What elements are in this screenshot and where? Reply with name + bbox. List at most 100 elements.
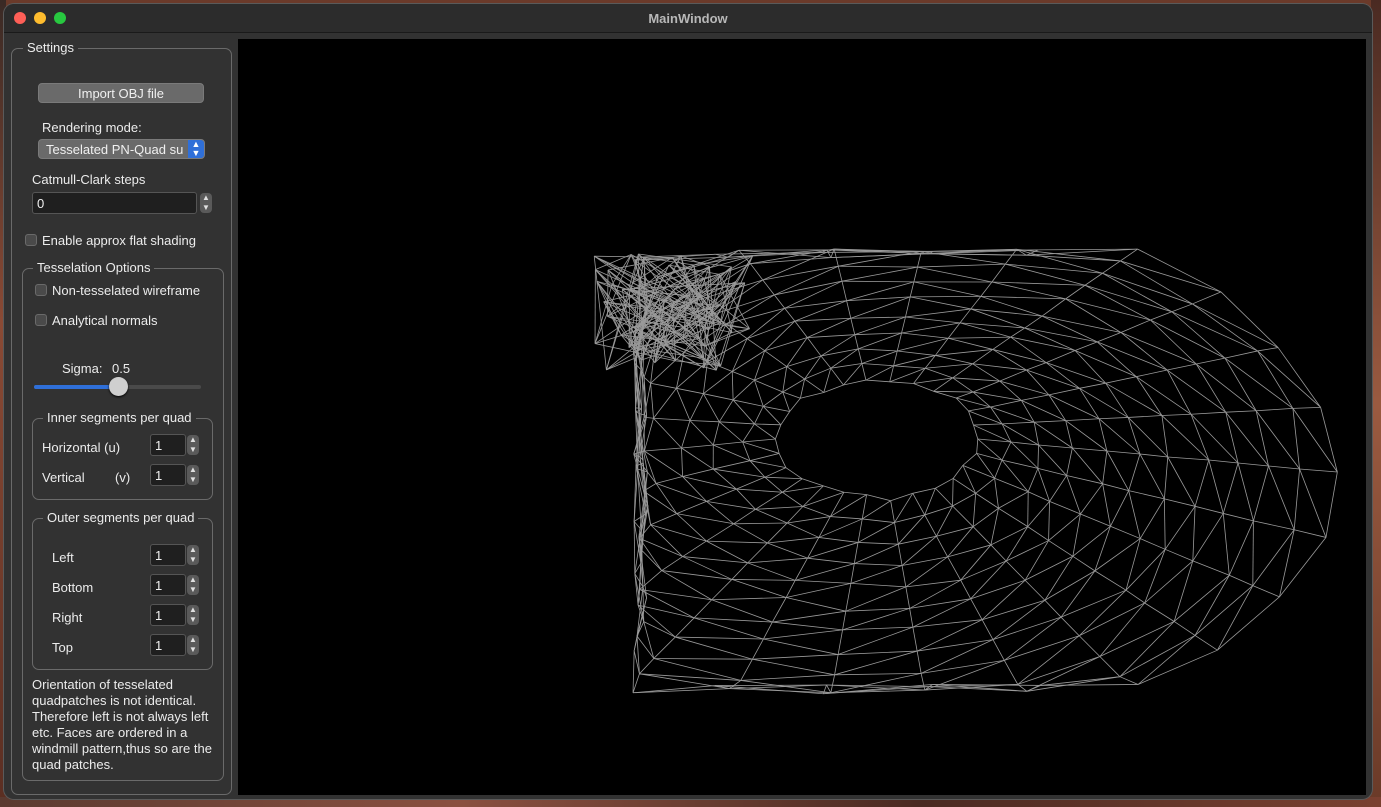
wireframe-edge — [1094, 570, 1127, 591]
wireframe-edge — [1171, 311, 1258, 352]
title-bar[interactable]: MainWindow — [4, 4, 1372, 33]
wireframe-edge — [787, 516, 831, 524]
wireframe-edge — [1026, 656, 1101, 692]
wireframe-edge — [1173, 574, 1230, 622]
wireframe-edge — [681, 447, 683, 477]
wireframe-edge — [955, 391, 974, 399]
wireframe-edge — [991, 263, 1006, 283]
wireframe-edge — [853, 542, 859, 564]
wireframe-edge — [1228, 520, 1254, 576]
wireframe-edge — [1078, 589, 1127, 637]
wireframe-edge — [1194, 585, 1254, 636]
wireframe-edge — [1037, 467, 1067, 476]
wireframe-edge — [976, 438, 979, 454]
wireframe-edge — [733, 523, 768, 544]
wireframe-edge — [754, 379, 764, 407]
wireframe-edge — [858, 332, 902, 350]
wireframe-edge — [750, 263, 764, 281]
wireframe-edge — [653, 658, 741, 681]
top-stepper[interactable]: 1 ▲ ▼ — [150, 634, 199, 656]
catmull-clark-stepper[interactable]: 0 ▲ ▼ — [32, 192, 212, 214]
sigma-slider-handle[interactable] — [108, 377, 128, 396]
wireframe-edge — [1292, 408, 1300, 470]
wireframe-edge — [902, 556, 948, 566]
wireframe-edge — [1110, 525, 1141, 539]
wireframe-edge — [1268, 465, 1295, 530]
wireframe-edge — [1105, 382, 1129, 418]
wireframe-edge — [910, 296, 971, 310]
wireframe-edge — [719, 421, 755, 425]
wireframe-edge — [960, 560, 1007, 581]
wireframe-edge — [638, 413, 647, 416]
wireframe-edge — [1102, 483, 1111, 527]
wireframe-edge — [992, 349, 1047, 364]
wireframe-edge — [1046, 362, 1080, 389]
wireframe-edge — [1171, 303, 1193, 313]
wireframe-edge — [644, 450, 683, 477]
wireframe-edge — [862, 500, 891, 520]
wireframe-edge — [800, 392, 824, 399]
wireframe-edge — [1120, 260, 1193, 305]
wireframe-edge — [1196, 363, 1257, 412]
wireframe-edge — [1004, 635, 1080, 661]
wireframe-checkbox[interactable] — [35, 284, 47, 296]
wireframe-edge — [689, 393, 704, 421]
render-viewport[interactable] — [238, 39, 1366, 795]
wireframe-edge — [1293, 468, 1300, 530]
wireframe-edge — [703, 371, 733, 395]
wireframe-edge — [1072, 513, 1081, 557]
wireframe-edge — [968, 410, 974, 426]
wireframe-edge — [838, 265, 918, 268]
wireframe-edge — [1001, 441, 1012, 461]
wireframe-edge — [639, 589, 712, 601]
wireframe-edge — [823, 368, 832, 393]
wireframe-edge — [858, 348, 898, 352]
vertical-v-stepper[interactable]: 1 ▲ ▼ — [150, 464, 199, 486]
wireframe-edge — [693, 599, 712, 619]
wireframe-edge — [1041, 315, 1098, 343]
wireframe-edge — [764, 350, 787, 367]
horizontal-u-stepper[interactable]: 1 ▲ ▼ — [150, 434, 199, 456]
wireframe-edge — [1005, 263, 1086, 286]
sigma-slider[interactable] — [34, 377, 201, 396]
wireframe-edge — [1136, 376, 1192, 415]
stepper-arrows-icon[interactable]: ▲ ▼ — [187, 465, 199, 485]
stepper-arrows-icon[interactable]: ▲ ▼ — [187, 605, 199, 625]
right-stepper[interactable]: 1 ▲ ▼ — [150, 604, 199, 626]
wireframe-edge — [1102, 483, 1129, 492]
wireframe-edge — [774, 280, 843, 296]
bottom-stepper[interactable]: 1 ▲ ▼ — [150, 574, 199, 596]
wireframe-edge — [1065, 298, 1122, 333]
right-label: Right — [52, 610, 83, 625]
stepper-arrows-icon[interactable]: ▲ ▼ — [200, 193, 212, 213]
wireframe-edge — [1024, 579, 1046, 601]
wireframe-edge — [650, 383, 654, 419]
flat-shading-checkbox[interactable] — [25, 234, 37, 246]
wireframe-edge — [1084, 272, 1103, 286]
wireframe-edge — [972, 507, 999, 528]
wireframe-edge — [935, 487, 953, 507]
stepper-arrows-icon[interactable]: ▲ ▼ — [187, 575, 199, 595]
wireframe-edge — [1005, 560, 1026, 581]
wireframe-edge — [752, 658, 835, 676]
wireframe-edge — [1033, 422, 1039, 446]
wireframe-edge — [1222, 513, 1230, 576]
rendering-mode-select[interactable]: Tesselated PN-Quad su ▲ ▼ — [38, 139, 205, 159]
wireframe-edge — [1238, 462, 1269, 467]
wireframe-edge — [706, 540, 768, 544]
stepper-arrows-icon[interactable]: ▲ ▼ — [187, 545, 199, 565]
analytical-normals-checkbox[interactable] — [35, 314, 47, 326]
wireframe-edge — [644, 447, 682, 452]
wireframe-edge — [1099, 602, 1145, 657]
wireframe-edge — [1084, 284, 1172, 313]
stepper-arrows-icon[interactable]: ▲ ▼ — [187, 635, 199, 655]
wireframe-edge — [754, 406, 764, 425]
left-stepper[interactable]: 1 ▲ ▼ — [150, 544, 199, 566]
wireframe-edge — [713, 460, 751, 470]
stepper-arrows-icon[interactable]: ▲ ▼ — [187, 435, 199, 455]
wireframe-edge — [782, 391, 801, 399]
wireframe-edge — [970, 296, 982, 310]
wireframe-edge — [857, 348, 863, 364]
wireframe-edge — [764, 476, 783, 493]
import-obj-button[interactable]: Import OBJ file — [38, 83, 204, 103]
